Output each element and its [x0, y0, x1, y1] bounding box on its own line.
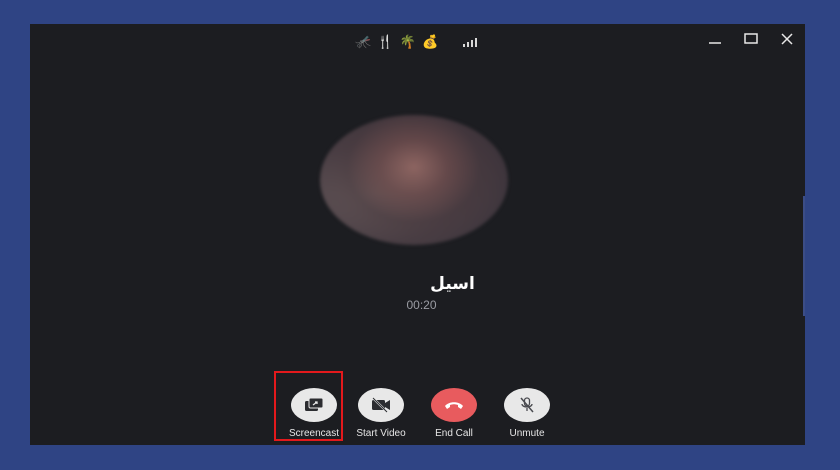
unmute-button[interactable]: Unmute — [492, 388, 562, 439]
microphone-off-icon — [520, 397, 534, 413]
start-video-button[interactable]: Start Video — [346, 388, 416, 439]
unmute-circle[interactable] — [504, 388, 550, 422]
close-icon — [781, 33, 793, 45]
minimize-button[interactable] — [705, 30, 725, 48]
hang-up-icon — [445, 402, 463, 409]
call-controls: Screencast Start Video End Call Unmute — [30, 388, 805, 445]
close-button[interactable] — [777, 30, 797, 48]
title-bar: 🦟 🍴 🌴 💰 — [30, 24, 805, 54]
end-call-circle[interactable] — [431, 388, 477, 422]
title-emojis: 🦟 🍴 🌴 💰 — [355, 35, 440, 50]
edge-strip — [803, 196, 805, 316]
video-off-icon — [372, 397, 390, 413]
minimize-icon — [709, 42, 721, 44]
screencast-label: Screencast — [288, 428, 340, 439]
screencast-icon — [305, 397, 324, 411]
maximize-icon — [744, 33, 758, 44]
start-video-label: Start Video — [356, 428, 406, 439]
start-video-circle[interactable] — [358, 388, 404, 422]
screencast-button[interactable]: Screencast — [279, 388, 349, 439]
screencast-circle[interactable] — [291, 388, 337, 422]
end-call-button[interactable]: End Call — [419, 388, 489, 439]
caller-avatar — [320, 115, 508, 245]
unmute-label: Unmute — [509, 428, 545, 439]
call-window: 🦟 🍴 🌴 💰 اسيل 00:20 Screencast Start Vide… — [30, 24, 805, 445]
caller-name: اسيل — [430, 274, 475, 293]
maximize-button[interactable] — [741, 30, 761, 48]
call-timer: 00:20 — [406, 298, 437, 312]
signal-strength-icon — [463, 37, 477, 47]
end-call-label: End Call — [435, 428, 473, 439]
window-controls — [705, 30, 797, 48]
